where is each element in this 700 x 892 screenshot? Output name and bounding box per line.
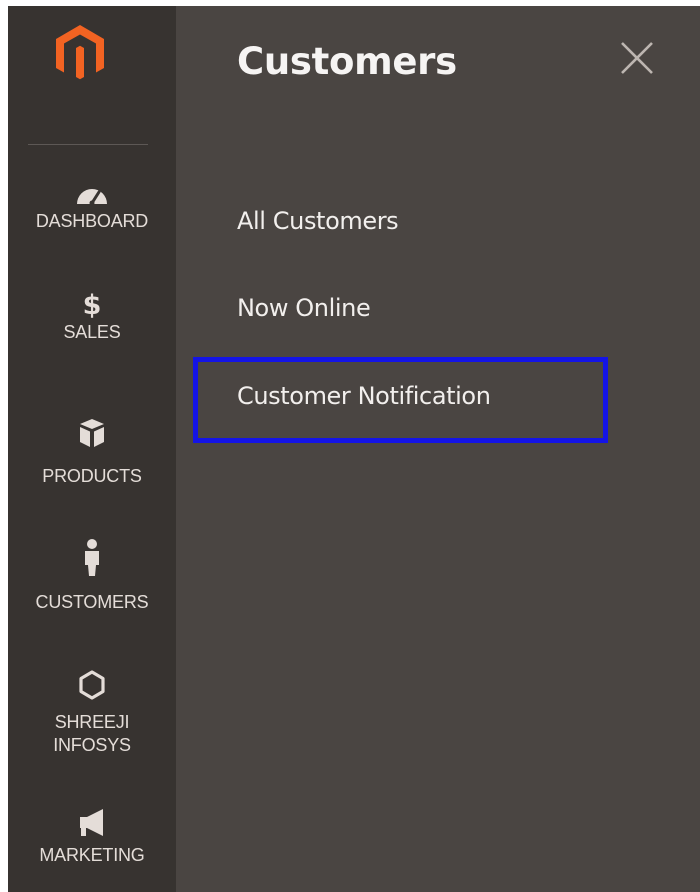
person-icon bbox=[72, 538, 112, 578]
nav-item-customers[interactable]: CUSTOMERS bbox=[8, 538, 176, 614]
sidebar-divider bbox=[28, 144, 148, 145]
nav-item-products[interactable]: PRODUCTS bbox=[8, 416, 176, 488]
dollar-icon: $ bbox=[82, 290, 102, 321]
nav-label: PRODUCTS bbox=[42, 466, 142, 486]
panel-title: Customers bbox=[237, 40, 457, 83]
magento-logo-icon bbox=[56, 25, 104, 80]
close-icon bbox=[621, 42, 653, 74]
nav-item-shreeji-infosys[interactable]: SHREEJI INFOSYS bbox=[8, 668, 176, 757]
hexagon-icon bbox=[72, 668, 112, 702]
nav-label-line1: SHREEJI bbox=[54, 712, 130, 732]
nav-label: CUSTOMERS bbox=[35, 592, 149, 612]
nav-item-marketing[interactable]: MARKETING bbox=[8, 806, 176, 867]
highlight-box bbox=[193, 357, 608, 443]
nav-label-line2: INFOSYS bbox=[53, 735, 131, 755]
nav-label: SALES bbox=[63, 322, 121, 342]
box-icon bbox=[72, 416, 112, 450]
menu-link-all-customers[interactable]: All Customers bbox=[237, 205, 399, 237]
megaphone-icon bbox=[72, 806, 112, 840]
magento-logo[interactable] bbox=[55, 24, 105, 82]
speedometer-icon bbox=[72, 176, 112, 210]
nav-item-dashboard[interactable]: DASHBOARD bbox=[8, 176, 176, 233]
nav-item-sales[interactable]: $ SALES bbox=[8, 290, 176, 344]
nav-label: MARKETING bbox=[39, 845, 145, 865]
nav-label: DASHBOARD bbox=[35, 211, 149, 231]
menu-link-now-online[interactable]: Now Online bbox=[237, 292, 371, 324]
close-button[interactable] bbox=[617, 38, 657, 78]
